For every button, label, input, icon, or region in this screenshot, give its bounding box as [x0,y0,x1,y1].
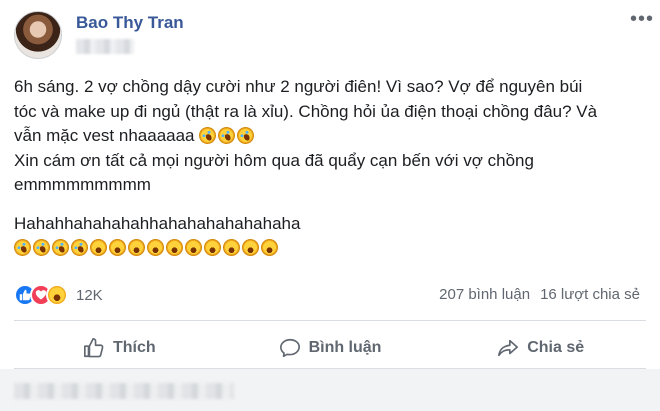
rofl-emoji [233,123,258,148]
comment-button-label: Bình luận [308,339,382,356]
post-timestamp-blurred [76,39,134,54]
post-text: 6h sáng. 2 vợ chồng dậy cười như 2 người… [10,75,644,261]
share-icon [498,339,519,357]
rofl-emoji [67,235,92,260]
post-card: Bao Thy Tran ••• 6h sáng. 2 vợ chồng dậy… [0,0,660,411]
thumbs-up-icon [84,338,104,358]
avatar[interactable] [14,11,62,59]
rofl-emoji [10,235,35,260]
haha-icon [46,284,68,306]
rofl-emoji [214,123,239,148]
share-button[interactable]: Chia sẻ [435,328,646,368]
like-button-label: Thích [113,339,156,356]
post-stats: 207 bình luận 16 lượt chia sẻ [439,286,640,303]
share-count[interactable]: 16 lượt chia sẻ [540,286,640,303]
like-button[interactable]: Thích [14,328,225,368]
divider [14,320,646,321]
laugh-emoji [261,239,278,256]
laugh-emoji [109,239,126,256]
laugh-emoji [147,239,164,256]
rofl-emoji [48,235,73,260]
comment-count[interactable]: 207 bình luận [439,286,530,303]
more-options-icon[interactable]: ••• [630,8,654,31]
laugh-emoji [242,239,259,256]
reaction-summary[interactable]: 12K [14,283,103,307]
rofl-emoji [195,123,220,148]
post-line: vẫn mặc vest nhaaaaaa [14,123,644,149]
post-line: emmmmmmmmm [14,175,151,194]
author-name[interactable]: Bao Thy Tran [76,13,184,33]
comment-button[interactable]: Bình luận [225,328,436,368]
comment-preview-blurred [14,383,234,399]
action-bar: Thích Bình luận Chia sẻ [14,328,646,368]
comment-icon [279,338,300,358]
rofl-emoji [29,235,54,260]
emoji-row [10,235,644,261]
post-line-text: vẫn mặc vest nhaaaaaa [14,126,195,145]
laugh-emoji [166,239,183,256]
laugh-emoji [185,239,202,256]
post-line: Xin cám ơn tất cả mọi người hôm qua đã q… [14,150,534,170]
reaction-count[interactable]: 12K [76,287,103,304]
post-line: Hahahhahahahahhahahahahahahaha [14,213,301,233]
laugh-emoji [90,239,107,256]
post-line: tóc và make up đi ngủ (thật ra là xỉu). … [14,101,598,121]
laugh-emoji [128,239,145,256]
laugh-emoji [204,239,221,256]
share-button-label: Chia sẻ [527,339,585,356]
comment-area [0,369,660,411]
laugh-emoji [223,239,240,256]
post-line: 6h sáng. 2 vợ chồng dậy cười như 2 người… [14,77,583,96]
